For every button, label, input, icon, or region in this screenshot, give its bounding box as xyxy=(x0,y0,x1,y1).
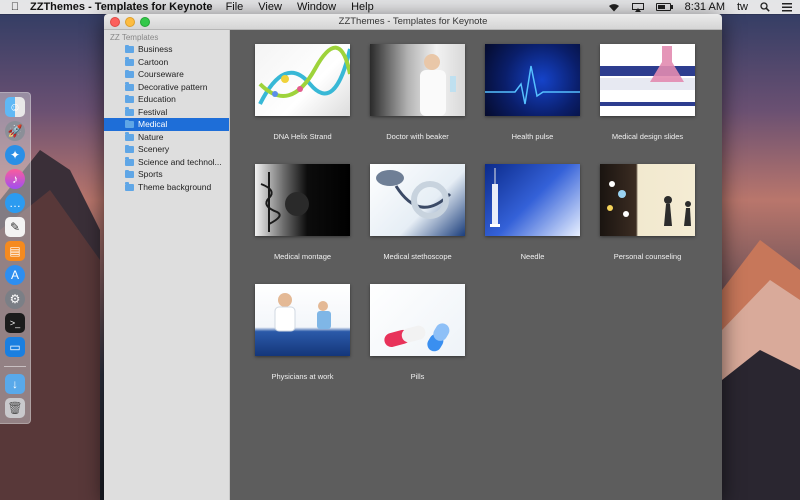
template-thumbnail[interactable] xyxy=(485,164,580,236)
stethoscope-image xyxy=(376,170,452,219)
sidebar-item-courseware[interactable]: Courseware xyxy=(104,68,229,81)
search-icon[interactable] xyxy=(760,2,770,12)
sidebar: ZZ Templates Business Cartoon Courseware… xyxy=(104,30,230,500)
pulse-line-image xyxy=(485,65,580,105)
downloads-folder-icon[interactable]: ↓ xyxy=(5,374,25,394)
wifi-icon[interactable] xyxy=(608,3,620,12)
apple-menu-icon[interactable]:  xyxy=(0,1,30,13)
sidebar-header: ZZ Templates xyxy=(110,33,159,42)
launchpad-icon[interactable]: 🚀 xyxy=(5,121,25,141)
messages-icon[interactable]: … xyxy=(5,193,25,213)
airplay-icon[interactable] xyxy=(631,2,644,12)
folder-icon xyxy=(125,69,134,78)
menu-bar:  ZZThemes - Templates for Keynote File … xyxy=(0,0,800,14)
sidebar-item-sports[interactable]: Sports xyxy=(104,168,229,181)
notification-center-icon[interactable] xyxy=(782,2,792,12)
itunes-icon[interactable]: ♪ xyxy=(5,169,25,189)
template-thumbnail[interactable] xyxy=(255,284,350,356)
sidebar-item-theme-background[interactable]: Theme background xyxy=(104,181,229,194)
zoom-button[interactable] xyxy=(140,17,150,27)
template-thumbnail[interactable] xyxy=(485,44,580,116)
pills-image xyxy=(384,323,450,352)
template-thumbnail[interactable] xyxy=(370,164,465,236)
folder-icon xyxy=(125,94,134,103)
app-name-menu[interactable]: ZZThemes - Templates for Keynote xyxy=(30,1,213,13)
folder-icon xyxy=(125,132,134,141)
folder-icon xyxy=(125,144,134,153)
dock-separator xyxy=(4,366,26,367)
app-window: ZZThemes - Templates for Keynote ZZ Temp… xyxy=(104,14,722,500)
terminal-icon[interactable]: >_ xyxy=(5,313,25,333)
window-title: ZZThemes - Templates for Keynote xyxy=(338,16,488,27)
clock[interactable]: 8:31 AM xyxy=(685,1,725,13)
folder-icon xyxy=(125,169,134,178)
folder-icon xyxy=(125,82,134,91)
template-thumbnail[interactable] xyxy=(600,44,695,116)
sidebar-item-science[interactable]: Science and technol... xyxy=(104,156,229,169)
folder-icon xyxy=(125,57,134,66)
folder-icon xyxy=(125,157,134,166)
app-store-icon[interactable]: A xyxy=(5,265,25,285)
template-thumbnail[interactable] xyxy=(255,164,350,236)
finder-icon[interactable]: ☺ xyxy=(5,97,25,117)
template-grid: DNA Helix Strand Doctor with beaker Heal… xyxy=(230,30,722,500)
close-button[interactable] xyxy=(110,17,120,27)
ibooks-icon[interactable]: ▤ xyxy=(5,241,25,261)
caduceus-image xyxy=(260,172,309,232)
sidebar-item-nature[interactable]: Nature xyxy=(104,131,229,144)
safari-icon[interactable]: ✦ xyxy=(5,145,25,165)
folder-icon xyxy=(125,107,134,116)
sidebar-item-education[interactable]: Education xyxy=(104,93,229,106)
system-preferences-icon[interactable]: ⚙ xyxy=(5,289,25,309)
sidebar-item-decorative-pattern[interactable]: Decorative pattern xyxy=(104,81,229,94)
textedit-icon[interactable]: ✎ xyxy=(5,217,25,237)
template-label: Personal counseling xyxy=(613,252,682,261)
folder-icon xyxy=(125,119,134,128)
sidebar-item-cartoon[interactable]: Cartoon xyxy=(104,56,229,69)
folder-icon xyxy=(125,182,134,191)
menu-help[interactable]: Help xyxy=(351,1,374,13)
sidebar-item-medical[interactable]: Medical xyxy=(104,118,229,131)
template-label: Medical design slides xyxy=(611,132,684,141)
keynote-icon[interactable]: ▭ xyxy=(5,337,25,357)
sidebar-item-business[interactable]: Business xyxy=(104,43,229,56)
folder-icon xyxy=(125,44,134,53)
template-thumbnail[interactable] xyxy=(370,44,465,116)
syringe-image xyxy=(490,168,500,227)
template-thumbnail[interactable] xyxy=(600,164,695,236)
menu-file[interactable]: File xyxy=(226,1,244,13)
dock: ☺ 🚀 ✦ ♪ … ✎ ▤ A ⚙ >_ ▭ ↓ 🗑 xyxy=(0,92,31,424)
physicians-image xyxy=(274,293,331,332)
window-titlebar[interactable]: ZZThemes - Templates for Keynote xyxy=(104,14,722,30)
menu-view[interactable]: View xyxy=(258,1,282,13)
user-menu[interactable]: tw xyxy=(737,1,748,13)
battery-icon[interactable] xyxy=(655,3,673,11)
flask-image xyxy=(600,46,695,106)
counseling-image xyxy=(607,181,691,226)
dna-helix-image xyxy=(258,45,350,105)
template-label: Pills xyxy=(410,372,425,381)
template-thumbnail[interactable] xyxy=(255,44,350,116)
sidebar-item-scenery[interactable]: Scenery xyxy=(104,143,229,156)
sidebar-item-festival[interactable]: Festival xyxy=(104,106,229,119)
menu-window[interactable]: Window xyxy=(297,1,336,13)
template-thumbnail[interactable] xyxy=(370,284,465,356)
doctor-image xyxy=(420,54,456,116)
minimize-button[interactable] xyxy=(125,17,135,27)
trash-icon[interactable]: 🗑 xyxy=(5,398,25,418)
